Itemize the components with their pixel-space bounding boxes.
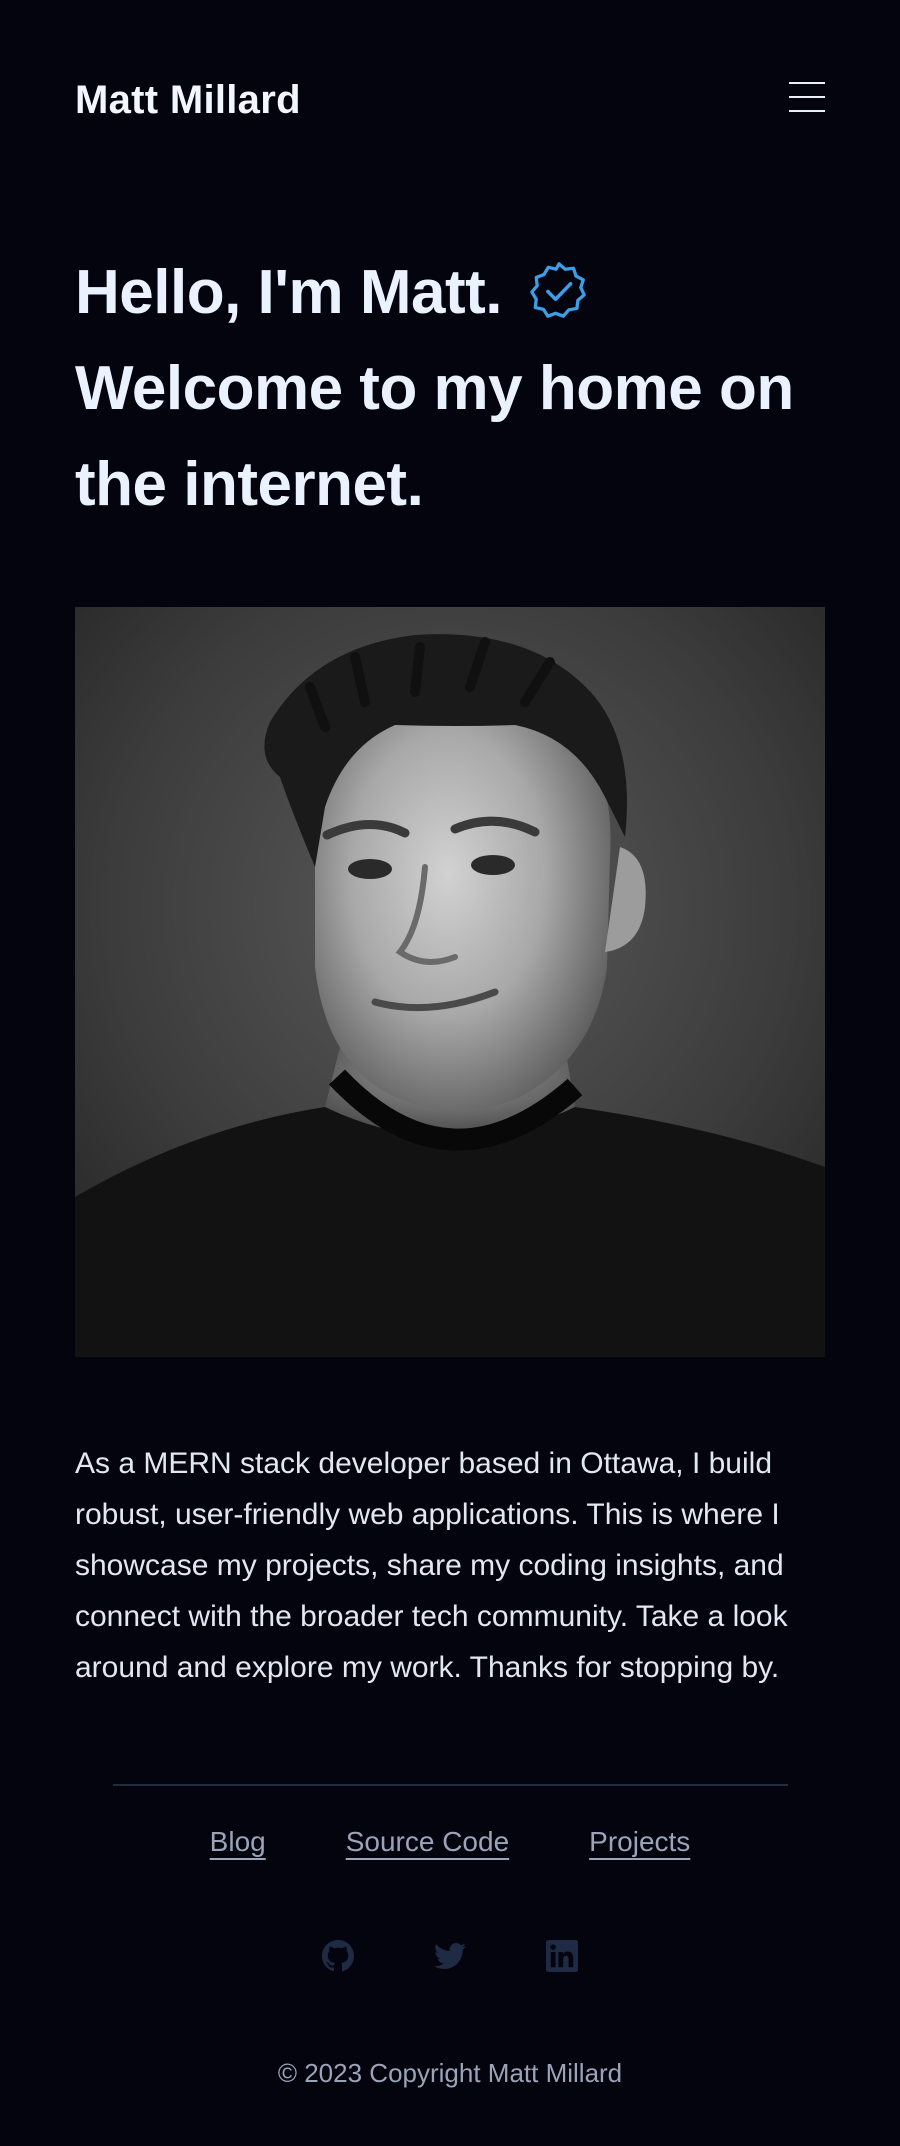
verified-badge-icon [530, 261, 586, 318]
hamburger-menu-icon[interactable] [789, 82, 825, 112]
twitter-icon[interactable] [434, 1940, 466, 1972]
portrait-photo [75, 607, 825, 1357]
footer-link-blog[interactable]: Blog [210, 1826, 266, 1858]
hero-line-3: the internet. [75, 450, 424, 519]
hero-line-1: Hello, I'm Matt. [75, 245, 835, 341]
footer-link-projects[interactable]: Projects [589, 1826, 690, 1858]
menu-bar [789, 110, 825, 112]
portrait-illustration [75, 607, 825, 1357]
footer-divider [113, 1784, 788, 1786]
copyright-text: © 2023 Copyright Matt Millard [277, 2058, 623, 2088]
footer-link-source-code[interactable]: Source Code [346, 1826, 509, 1858]
menu-bar [789, 82, 825, 84]
menu-bar [789, 96, 825, 98]
linkedin-icon[interactable] [546, 1940, 578, 1972]
social-links [0, 1940, 900, 1972]
hero-line-2: Welcome to my home on [75, 354, 794, 423]
footer-nav: Blog Source Code Projects [0, 1826, 900, 1858]
hero-heading: Hello, I'm Matt. Welcome to my home on t… [75, 245, 835, 533]
bio-paragraph: As a MERN stack developer based in Ottaw… [75, 1447, 788, 1684]
site-header: Matt Millard [75, 72, 825, 132]
github-icon[interactable] [322, 1940, 354, 1972]
site-title[interactable]: Matt Millard [75, 78, 301, 123]
hero-greeting: Hello, I'm Matt. [75, 258, 503, 327]
